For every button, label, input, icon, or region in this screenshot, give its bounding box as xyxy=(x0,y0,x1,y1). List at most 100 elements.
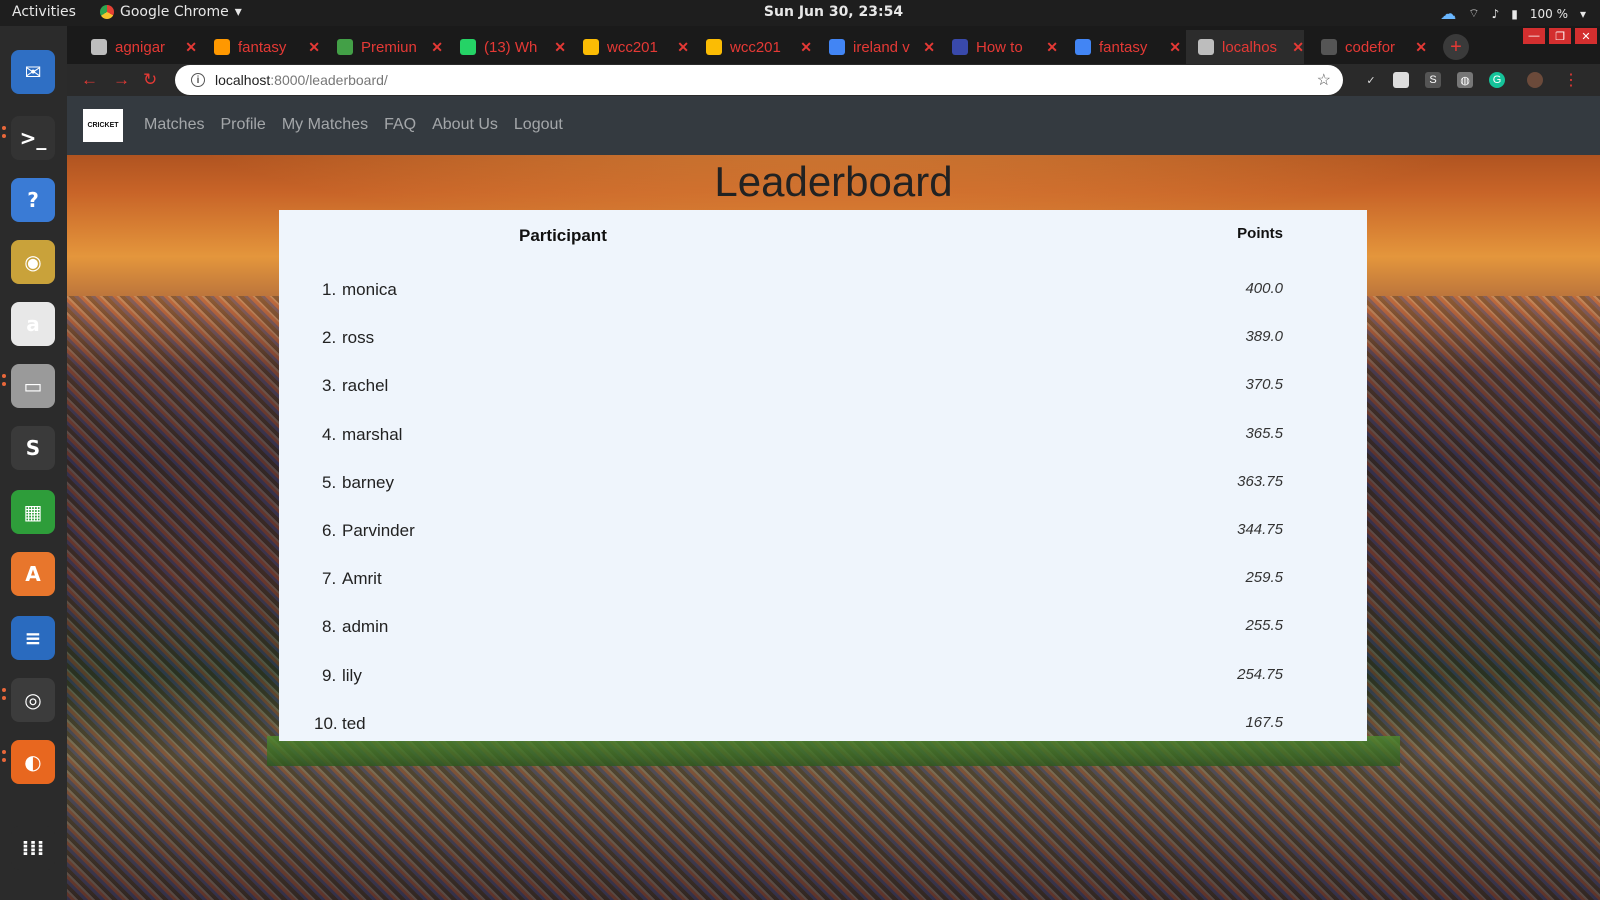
tab-favicon-icon xyxy=(1321,39,1337,55)
terminal-icon[interactable]: >_ xyxy=(2,116,55,160)
tab-close-icon[interactable]: ✕ xyxy=(1046,39,1058,56)
tab-title: codefor xyxy=(1345,38,1396,56)
tab-title: fantasy xyxy=(1099,38,1148,56)
app-grid-icon[interactable]: ⁞⁞⁞ xyxy=(11,826,55,870)
firefox-icon[interactable]: ◐ xyxy=(2,740,55,784)
writer-icon[interactable]: ≡ xyxy=(11,616,55,660)
nav-matches[interactable]: Matches xyxy=(144,116,204,134)
row-rank: 6. xyxy=(322,521,337,540)
browser-window: + — ❐ ✕ agnigar ✕ fantasy ✕ Premiun ✕ (13) Wh ✕… xyxy=(67,26,1600,900)
tab-favicon-icon xyxy=(337,39,353,55)
browser-tab[interactable]: (13) Wh ✕ xyxy=(448,30,566,64)
address-bar[interactable]: i localhost:8000/leaderboard/ ☆ xyxy=(175,65,1343,95)
skype-icon: ☁ xyxy=(1440,4,1457,23)
system-top-bar: Activities Google Chrome ▾ Sun Jun 30, 2… xyxy=(0,0,1600,26)
site-logo[interactable]: CRICKET xyxy=(83,109,123,142)
browser-tab[interactable]: ireland v ✕ xyxy=(817,30,935,64)
browser-tab[interactable]: wcc201 ✕ xyxy=(571,30,689,64)
thunderbird-icon[interactable]: ✉ xyxy=(11,50,55,94)
row-points: 400.0 xyxy=(1245,280,1283,297)
url-path: :8000/leaderboard/ xyxy=(270,72,388,88)
s-extension-icon[interactable]: S xyxy=(1425,72,1441,88)
maximize-button[interactable]: ❐ xyxy=(1549,28,1571,44)
nav-logout[interactable]: Logout xyxy=(514,116,563,134)
tab-title: Premiun xyxy=(361,38,417,56)
tab-title: wcc201 xyxy=(730,38,781,56)
browser-tab[interactable]: fantasy ✕ xyxy=(1063,30,1181,64)
row-rank: 3. xyxy=(322,376,337,396)
browser-tab[interactable]: agnigar ✕ xyxy=(79,30,197,64)
nav-my-matches[interactable]: My Matches xyxy=(282,116,368,134)
battery-icon: ▮ xyxy=(1511,6,1518,21)
row-participant-name: marshal xyxy=(342,424,403,444)
tab-close-icon[interactable]: ✕ xyxy=(800,39,812,56)
chevron-down-icon: ▾ xyxy=(1579,6,1586,21)
software-center-icon[interactable]: A xyxy=(11,552,55,596)
minimize-button[interactable]: — xyxy=(1523,28,1545,44)
back-button[interactable]: ← xyxy=(81,70,98,90)
spreadsheet-icon[interactable]: ▦ xyxy=(11,490,55,534)
close-window-button[interactable]: ✕ xyxy=(1575,28,1597,44)
tab-title: ireland v xyxy=(853,38,910,56)
browser-tab[interactable]: fantasy ✕ xyxy=(202,30,320,64)
row-participant-name: ted xyxy=(342,713,366,733)
leaderboard-table: Participant Points 1. monica 400.0 2. ross 38… xyxy=(279,210,1367,741)
checkmark-extension-icon[interactable]: ✓ xyxy=(1363,72,1379,88)
site-navbar: CRICKET Matches Profile My Matches FAQ A… xyxy=(67,96,1600,155)
row-rank: 9. xyxy=(322,665,337,685)
row-participant-name: barney xyxy=(342,472,394,492)
browser-tab[interactable]: wcc201 ✕ xyxy=(694,30,812,64)
tab-close-icon[interactable]: ✕ xyxy=(1292,39,1304,56)
tab-close-icon[interactable]: ✕ xyxy=(308,39,320,56)
nav-faq[interactable]: FAQ xyxy=(384,116,416,134)
amazon-icon[interactable]: a xyxy=(11,302,55,346)
tab-favicon-icon xyxy=(583,39,599,55)
browser-tab[interactable]: How to ✕ xyxy=(940,30,1058,64)
browser-tab[interactable]: Premiun ✕ xyxy=(325,30,443,64)
row-rank: 10. xyxy=(314,713,338,733)
running-indicator xyxy=(2,688,6,692)
nav-about-us[interactable]: About Us xyxy=(432,116,498,134)
tab-close-icon[interactable]: ✕ xyxy=(554,39,566,56)
reload-button[interactable]: ↻ xyxy=(143,70,157,90)
row-rank: 5. xyxy=(322,472,337,492)
logo-text: CRICKET xyxy=(87,122,119,129)
bulb-extension-icon[interactable]: ◍ xyxy=(1457,72,1473,88)
profile-avatar[interactable] xyxy=(1527,72,1543,88)
grammarly-icon[interactable]: G xyxy=(1489,72,1505,88)
tab-title: localhos xyxy=(1222,38,1278,56)
tab-close-icon[interactable]: ✕ xyxy=(431,39,443,56)
files-icon[interactable]: ▭ xyxy=(2,364,55,408)
leaderboard-row: 9. lily 254.75 xyxy=(279,658,1367,706)
info-icon[interactable]: i xyxy=(191,73,205,87)
menu-kebab-icon[interactable]: ⋮ xyxy=(1563,72,1579,89)
tab-close-icon[interactable]: ✕ xyxy=(1169,39,1181,56)
running-indicator xyxy=(2,374,6,378)
rhythmbox-icon[interactable]: ◉ xyxy=(11,240,55,284)
row-points: 259.5 xyxy=(1245,569,1283,587)
row-points: 365.5 xyxy=(1245,424,1283,442)
tab-close-icon[interactable]: ✕ xyxy=(1415,39,1427,56)
leaderboard-row: 5. barney 363.75 xyxy=(279,465,1367,513)
tab-title: agnigar xyxy=(115,38,166,56)
extension-icon[interactable] xyxy=(1393,72,1409,88)
system-tray[interactable]: ☁ ⌔ ♪ ▮ 100 % ▾ xyxy=(1440,4,1586,23)
tab-close-icon[interactable]: ✕ xyxy=(677,39,689,56)
tab-close-icon[interactable]: ✕ xyxy=(923,39,935,56)
row-points: 255.5 xyxy=(1245,617,1283,635)
clock[interactable]: Sun Jun 30, 23:54 xyxy=(0,4,1600,20)
nav-profile[interactable]: Profile xyxy=(220,116,265,134)
row-points: 389.0 xyxy=(1245,328,1283,346)
new-tab-button[interactable]: + xyxy=(1443,34,1469,60)
tab-close-icon[interactable]: ✕ xyxy=(185,39,197,56)
browser-tab[interactable]: localhos ✕ xyxy=(1186,30,1304,64)
chrome-icon[interactable]: ◎ xyxy=(2,678,55,722)
sublime-icon[interactable]: S xyxy=(11,426,55,470)
forward-button[interactable]: → xyxy=(113,70,130,90)
help-icon[interactable]: ? xyxy=(11,178,55,222)
bookmark-star-icon[interactable]: ☆ xyxy=(1317,70,1331,90)
volume-icon: ♪ xyxy=(1491,6,1500,21)
browser-tab[interactable]: codefor ✕ xyxy=(1309,30,1427,64)
row-participant-name: rachel xyxy=(342,376,389,396)
url-host: localhost xyxy=(215,72,271,88)
